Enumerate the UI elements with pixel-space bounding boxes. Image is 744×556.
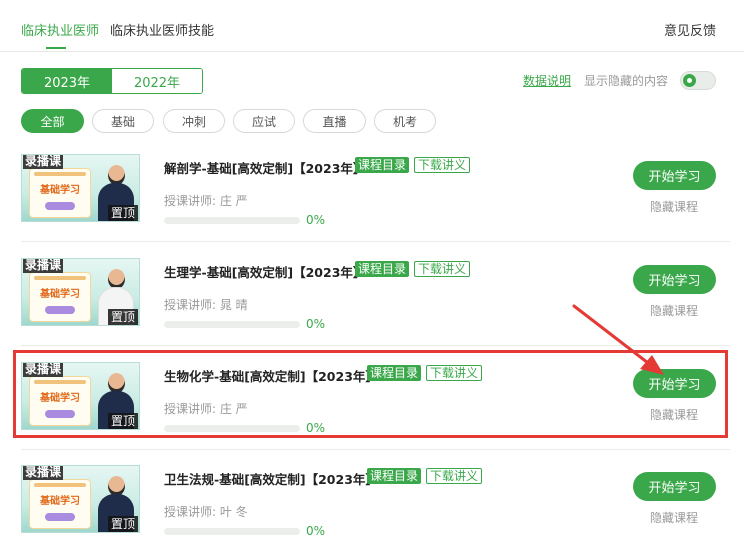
thumb-card: 基础学习: [30, 169, 90, 217]
course-title[interactable]: 卫生法规-基础[高效定制]【2023年】: [164, 469, 378, 488]
year-switch: 2023年 2022年: [21, 68, 203, 94]
start-study-button[interactable]: 开始学习: [633, 369, 716, 398]
filter-sprint[interactable]: 冲刺: [163, 109, 225, 133]
feedback-link[interactable]: 意见反馈: [664, 20, 716, 39]
course-thumbnail[interactable]: 基础学习 录播课 置顶: [21, 258, 140, 326]
course-item: 基础学习 录播课 置顶 卫生法规-基础[高效定制]【2023年】 课程目录 下载…: [0, 465, 744, 556]
start-study-button[interactable]: 开始学习: [633, 472, 716, 501]
pinned-badge: 置顶: [108, 205, 139, 221]
tab-clinical-physician[interactable]: 临床执业医师: [21, 20, 99, 39]
row-divider: [21, 241, 730, 242]
course-catalog-button[interactable]: 课程目录: [355, 157, 410, 173]
thumb-card: 基础学习: [30, 273, 90, 321]
data-note-link[interactable]: 数据说明: [523, 72, 571, 89]
pinned-badge: 置顶: [108, 413, 139, 429]
thumb-card: 基础学习: [30, 377, 90, 425]
hide-course-link[interactable]: 隐藏课程: [650, 509, 698, 526]
progress-bar: [164, 217, 300, 224]
course-teacher: 授课讲师: 晁 晴: [164, 298, 248, 312]
thumb-title: 基础学习: [40, 393, 80, 404]
filter-exam[interactable]: 应试: [233, 109, 295, 133]
filter-all[interactable]: 全部: [21, 109, 84, 133]
download-handout-button[interactable]: 下载讲义: [414, 261, 471, 277]
thumb-card: 基础学习: [30, 480, 90, 528]
start-study-button[interactable]: 开始学习: [633, 265, 716, 294]
hide-course-link[interactable]: 隐藏课程: [650, 198, 698, 215]
year-2023-button[interactable]: 2023年: [22, 69, 112, 93]
thumb-title: 基础学习: [40, 289, 80, 300]
progress-bar: [164, 425, 300, 432]
course-thumbnail[interactable]: 基础学习 录播课 置顶: [21, 154, 140, 222]
row-divider: [21, 449, 730, 450]
download-handout-button[interactable]: 下载讲义: [414, 157, 471, 173]
course-thumbnail[interactable]: 基础学习 录播课 置顶: [21, 465, 140, 533]
pinned-badge: 置顶: [108, 516, 139, 532]
course-title[interactable]: 生理学-基础[高效定制]【2023年】: [164, 262, 365, 281]
tab-clinical-physician-skills[interactable]: 临床执业医师技能: [110, 20, 214, 39]
course-title[interactable]: 生物化学-基础[高效定制]【2023年】: [164, 366, 378, 385]
progress-percent: 0%: [306, 213, 326, 227]
recorded-badge: 录播课: [23, 465, 64, 480]
recorded-badge: 录播课: [23, 258, 64, 273]
toggle-knob: [683, 74, 696, 87]
course-catalog-button[interactable]: 课程目录: [367, 365, 422, 381]
progress-bar: [164, 528, 300, 535]
progress-percent: 0%: [306, 421, 326, 435]
course-item: 基础学习 录播课 置顶 解剖学-基础[高效定制]【2023年】 课程目录 下载讲…: [0, 154, 744, 258]
course-teacher: 授课讲师: 叶 冬: [164, 505, 248, 519]
progress-percent: 0%: [306, 524, 326, 538]
year-2022-button[interactable]: 2022年: [112, 69, 202, 93]
filter-basic[interactable]: 基础: [92, 109, 154, 133]
show-hidden-label: 显示隐藏的内容: [584, 74, 669, 88]
filter-computer-exam[interactable]: 机考: [374, 109, 436, 133]
thumb-title: 基础学习: [40, 185, 80, 196]
course-item: 基础学习 录播课 置顶 生物化学-基础[高效定制]【2023年】 课程目录 下载…: [0, 362, 744, 466]
start-study-button[interactable]: 开始学习: [633, 161, 716, 190]
show-hidden-toggle[interactable]: [680, 71, 716, 90]
recorded-badge: 录播课: [23, 362, 64, 377]
hide-course-link[interactable]: 隐藏课程: [650, 406, 698, 423]
course-thumbnail[interactable]: 基础学习 录播课 置顶: [21, 362, 140, 430]
pinned-badge: 置顶: [108, 309, 139, 325]
active-tab-indicator: [46, 47, 66, 49]
course-teacher: 授课讲师: 庄 严: [164, 402, 248, 416]
recorded-badge: 录播课: [23, 154, 64, 169]
top-tab-bar: 临床执业医师 临床执业医师技能 意见反馈: [0, 0, 744, 52]
progress-percent: 0%: [306, 317, 326, 331]
progress-bar: [164, 321, 300, 328]
thumb-title: 基础学习: [40, 496, 80, 507]
course-catalog-button[interactable]: 课程目录: [367, 468, 422, 484]
course-item: 基础学习 录播课 置顶 生理学-基础[高效定制]【2023年】 课程目录 下载讲…: [0, 258, 744, 362]
download-handout-button[interactable]: 下载讲义: [426, 365, 483, 381]
course-teacher: 授课讲师: 庄 严: [164, 194, 248, 208]
hide-course-link[interactable]: 隐藏课程: [650, 302, 698, 319]
filter-live[interactable]: 直播: [303, 109, 366, 133]
row-divider: [21, 345, 730, 346]
course-title[interactable]: 解剖学-基础[高效定制]【2023年】: [164, 158, 365, 177]
download-handout-button[interactable]: 下载讲义: [426, 468, 483, 484]
course-catalog-button[interactable]: 课程目录: [355, 261, 410, 277]
